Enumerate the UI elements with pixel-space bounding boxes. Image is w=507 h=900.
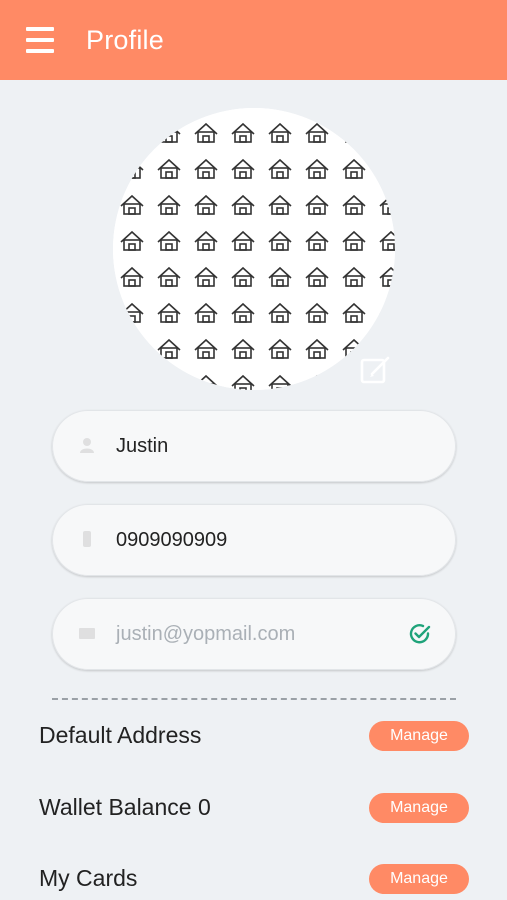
- my-cards-row: My Cards Manage: [39, 859, 471, 899]
- email-field[interactable]: justin@yopmail.com: [52, 598, 456, 670]
- mail-icon: [79, 628, 95, 639]
- manage-address-button[interactable]: Manage: [369, 721, 469, 751]
- name-value: Justin: [116, 434, 169, 457]
- phone-field[interactable]: 0909090909: [52, 504, 456, 576]
- wallet-balance-label: Wallet Balance 0: [39, 794, 211, 820]
- manage-wallet-button[interactable]: Manage: [369, 793, 469, 823]
- email-value: justin@yopmail.com: [116, 622, 296, 645]
- person-icon: [80, 438, 94, 453]
- check-circle-icon: [409, 624, 431, 644]
- manage-cards-button[interactable]: Manage: [369, 864, 469, 894]
- hamburger-menu-icon[interactable]: [26, 27, 54, 53]
- name-field[interactable]: Justin: [52, 410, 456, 482]
- phone-icon: [83, 531, 91, 547]
- phone-value: 0909090909: [116, 528, 228, 551]
- wallet-balance-row: Wallet Balance 0 Manage: [39, 788, 471, 828]
- app-bar: Profile: [0, 0, 507, 80]
- profile-avatar[interactable]: [113, 108, 395, 390]
- default-address-row: Default Address Manage: [39, 716, 471, 756]
- dashed-divider: [52, 698, 456, 700]
- page-title: Profile: [86, 24, 164, 55]
- default-address-label: Default Address: [39, 722, 202, 748]
- edit-icon[interactable]: [358, 352, 394, 388]
- my-cards-label: My Cards: [39, 865, 138, 891]
